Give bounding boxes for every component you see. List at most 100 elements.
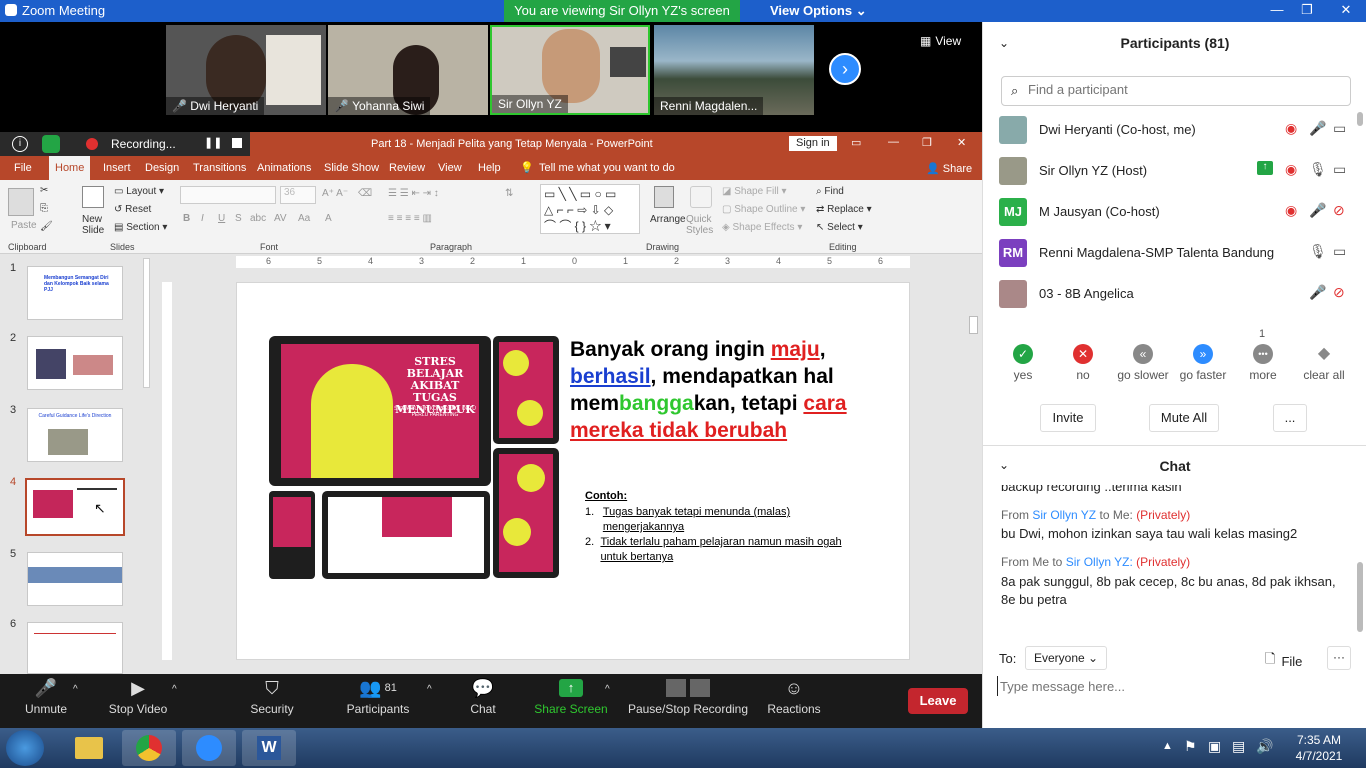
- cut-icon[interactable]: ✂: [40, 185, 48, 196]
- ppt-restore-button[interactable]: ❐: [922, 136, 932, 149]
- ribbon-display-icon[interactable]: ▭: [851, 136, 861, 149]
- case-icon[interactable]: Aa: [298, 213, 310, 224]
- chat-scrollbar[interactable]: [1357, 562, 1363, 632]
- audio-options-caret[interactable]: ^: [73, 684, 78, 695]
- unmute-button[interactable]: 🎤 Unmute: [22, 674, 70, 728]
- ppt-close-button[interactable]: ✕: [957, 136, 966, 149]
- participants-scrollbar[interactable]: [1357, 112, 1363, 332]
- pause-icon[interactable]: ❚❚: [204, 136, 222, 149]
- arrange-icon[interactable]: [654, 186, 674, 208]
- stop-video-button[interactable]: ▶ Stop Video: [106, 674, 170, 728]
- video-tile[interactable]: 🎤 Yohanna Siwi: [328, 25, 488, 115]
- tab-transitions[interactable]: Transitions: [193, 162, 246, 174]
- mute-all-button[interactable]: Mute All: [1149, 404, 1219, 432]
- video-options-caret[interactable]: ^: [172, 684, 177, 695]
- slide-thumbnail-4-selected[interactable]: [25, 478, 125, 536]
- reaction-no[interactable]: ✕ no: [1053, 344, 1113, 382]
- chat-message-input[interactable]: [997, 676, 1347, 696]
- next-page-arrow-icon[interactable]: ›: [829, 53, 861, 85]
- select-button[interactable]: ↖ Select ▾: [816, 222, 863, 233]
- share-screen-button[interactable]: ↑ Share Screen: [532, 674, 610, 728]
- video-tile-active-speaker[interactable]: Sir Ollyn YZ: [490, 25, 650, 115]
- font-size-input[interactable]: 36: [280, 186, 316, 204]
- reaction-go-slower[interactable]: « go slower: [1113, 344, 1173, 382]
- find-participant-field[interactable]: ⌕: [1001, 76, 1351, 106]
- clear-format-icon[interactable]: ⌫: [358, 188, 372, 199]
- participant-row[interactable]: RM Renni Magdalena-SMP Talenta Bandung 🎙…: [999, 239, 1349, 279]
- tell-me-search[interactable]: Tell me what you want to do: [539, 162, 675, 174]
- editor-scrollbar[interactable]: [968, 256, 980, 648]
- shape-effects-button[interactable]: ◈ Shape Effects ▾: [722, 222, 802, 233]
- reactions-button[interactable]: ☺ Reactions: [766, 674, 822, 728]
- strikethrough-icon[interactable]: abc: [250, 213, 266, 224]
- video-tile[interactable]: 🎤 Dwi Heryanti: [166, 25, 326, 115]
- font-grow-icon[interactable]: A⁺ A⁻: [322, 188, 348, 199]
- reset-button[interactable]: ↺ Reset: [114, 204, 151, 215]
- spacing-icon[interactable]: AV: [274, 213, 287, 224]
- slide-thumbnail-2[interactable]: [27, 336, 123, 390]
- slide-thumbnail-5[interactable]: [27, 552, 123, 606]
- action-center-flag-icon[interactable]: ⚑: [1184, 738, 1197, 755]
- shape-fill-button[interactable]: ◪ Shape Fill ▾: [722, 186, 787, 197]
- arrange-label[interactable]: Arrange: [650, 214, 686, 225]
- clock[interactable]: 7:35 AM 4/7/2021: [1286, 732, 1352, 764]
- sender-name[interactable]: Sir Ollyn YZ: [1032, 508, 1096, 522]
- font-name-input[interactable]: [180, 186, 276, 204]
- find-button[interactable]: ⌕ Find: [816, 186, 844, 197]
- maximize-button[interactable]: ❐: [1292, 0, 1322, 20]
- start-button[interactable]: [6, 730, 44, 766]
- bullets-icon[interactable]: ☰ ☰ ⇤ ⇥ ↕: [388, 188, 439, 199]
- sign-in-button[interactable]: Sign in: [789, 136, 837, 151]
- bold-icon[interactable]: B: [183, 213, 190, 224]
- tab-insert[interactable]: Insert: [103, 162, 131, 174]
- tab-design[interactable]: Design: [145, 162, 179, 174]
- word-icon[interactable]: W: [242, 730, 296, 766]
- tab-file[interactable]: File: [14, 162, 32, 174]
- copy-icon[interactable]: ⎘: [40, 203, 48, 214]
- invite-button[interactable]: Invite: [1040, 404, 1096, 432]
- underline-icon[interactable]: U: [218, 213, 225, 224]
- paste-icon[interactable]: [8, 188, 34, 216]
- tab-animations[interactable]: Animations: [257, 162, 311, 174]
- info-icon[interactable]: i: [12, 136, 28, 152]
- minimize-button[interactable]: —: [1262, 0, 1292, 20]
- view-options-button[interactable]: View Options ⌄: [770, 3, 867, 19]
- section-button[interactable]: ▤ Section ▾: [114, 222, 167, 233]
- new-slide-label[interactable]: New Slide: [82, 214, 110, 236]
- thumbs-scrollbar[interactable]: [143, 258, 150, 388]
- new-slide-icon[interactable]: [82, 186, 104, 208]
- close-button[interactable]: ✕: [1326, 0, 1366, 20]
- find-participant-input[interactable]: [1028, 82, 1328, 97]
- reaction-go-faster[interactable]: » go faster: [1173, 344, 1233, 382]
- tab-help[interactable]: Help: [478, 162, 501, 174]
- participant-row[interactable]: MJ M Jausyan (Co-host) ◉ 🎤 ⊘: [999, 198, 1349, 238]
- participant-row[interactable]: Sir Ollyn YZ (Host) ↑ ◉ 🎙 ▭: [999, 157, 1349, 197]
- participant-row[interactable]: 03 - 8B Angelica 🎤 ⊘: [999, 280, 1349, 320]
- font-color-icon[interactable]: A: [325, 213, 332, 224]
- chat-button[interactable]: 💬 Chat: [464, 674, 502, 728]
- show-hidden-icons[interactable]: ▲: [1162, 740, 1173, 752]
- reaction-clear-all[interactable]: ◆ clear all: [1294, 344, 1354, 382]
- text-direction-icon[interactable]: ⇅: [505, 188, 513, 199]
- slide-thumbnail-3[interactable]: Careful Guidance Life's Direction: [27, 408, 123, 462]
- participant-row[interactable]: Dwi Heryanti (Co-host, me) ◉ 🎤 ▭: [999, 116, 1349, 156]
- tab-view[interactable]: View: [438, 162, 462, 174]
- reaction-more[interactable]: ••• more: [1233, 344, 1293, 382]
- chat-more-button[interactable]: ···: [1327, 646, 1351, 670]
- slide-thumbnail-1[interactable]: Membangun Semangat Diri dan Kelompok Bai…: [27, 266, 123, 320]
- format-painter-icon[interactable]: 🖌: [40, 221, 53, 232]
- replace-button[interactable]: ⇄ Replace ▾: [816, 204, 872, 215]
- share-options-caret[interactable]: ^: [605, 684, 610, 695]
- ppt-minimize-button[interactable]: —: [888, 136, 899, 148]
- share-button[interactable]: 👤 Share: [926, 162, 972, 175]
- tab-home[interactable]: Home: [49, 156, 91, 180]
- more-options-button[interactable]: ...: [1273, 404, 1307, 432]
- reaction-yes[interactable]: ✓ yes: [993, 344, 1053, 382]
- volume-icon[interactable]: 🔊: [1256, 738, 1273, 755]
- tab-review[interactable]: Review: [389, 162, 425, 174]
- quick-styles-icon[interactable]: [690, 186, 712, 208]
- participants-caret[interactable]: ^: [427, 684, 432, 695]
- layout-button[interactable]: ▭ Layout ▾: [114, 186, 164, 197]
- zoom-app-icon[interactable]: [182, 730, 236, 766]
- sender-name[interactable]: Sir Ollyn YZ:: [1066, 555, 1133, 569]
